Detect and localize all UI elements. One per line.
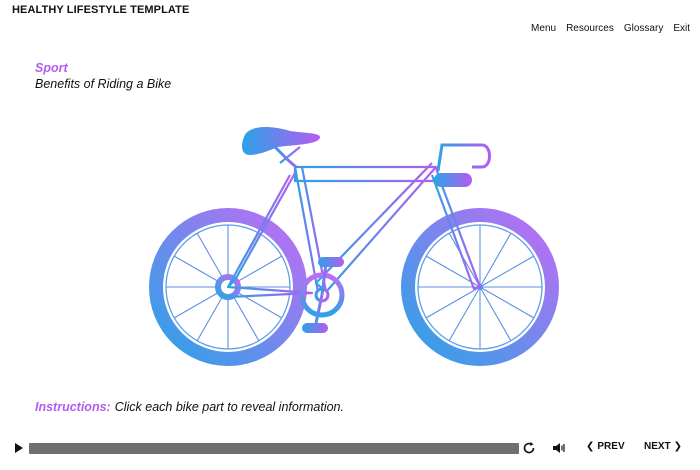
course-title: HEALTHY LIFESTYLE TEMPLATE (12, 4, 190, 16)
play-icon (15, 443, 23, 453)
instructions: Instructions: Click each bike part to rev… (35, 400, 344, 414)
top-navigation: Menu Resources Glossary Exit (531, 23, 690, 34)
glossary-link[interactable]: Glossary (624, 23, 663, 34)
play-button[interactable] (12, 441, 26, 455)
section-label: Sport (35, 61, 68, 75)
resources-link[interactable]: Resources (566, 23, 614, 34)
next-button[interactable]: NEXT ❯ (644, 441, 682, 452)
replay-icon (523, 442, 535, 454)
instructions-lead: Instructions: (35, 400, 111, 414)
menu-link[interactable]: Menu (531, 23, 556, 34)
bike-illustration (149, 127, 559, 366)
seek-bar[interactable] (29, 443, 519, 454)
instructions-text: Click each bike part to reveal informati… (114, 400, 344, 414)
chevron-right-icon: ❯ (673, 441, 683, 452)
exit-link[interactable]: Exit (673, 23, 690, 34)
volume-button[interactable] (551, 440, 567, 456)
next-label: NEXT (644, 441, 671, 452)
volume-icon (553, 443, 565, 453)
chevron-left-icon: ❮ (586, 441, 595, 452)
replay-button[interactable] (521, 440, 537, 456)
prev-label: PREV (597, 441, 625, 452)
bike-handlebar[interactable] (434, 143, 491, 187)
player-controls: ❮ PREV NEXT ❯ (0, 436, 700, 460)
bike-pedals[interactable] (299, 257, 345, 333)
prev-button[interactable]: ❮ PREV (586, 441, 625, 452)
slide-title: Benefits of Riding a Bike (35, 77, 172, 91)
